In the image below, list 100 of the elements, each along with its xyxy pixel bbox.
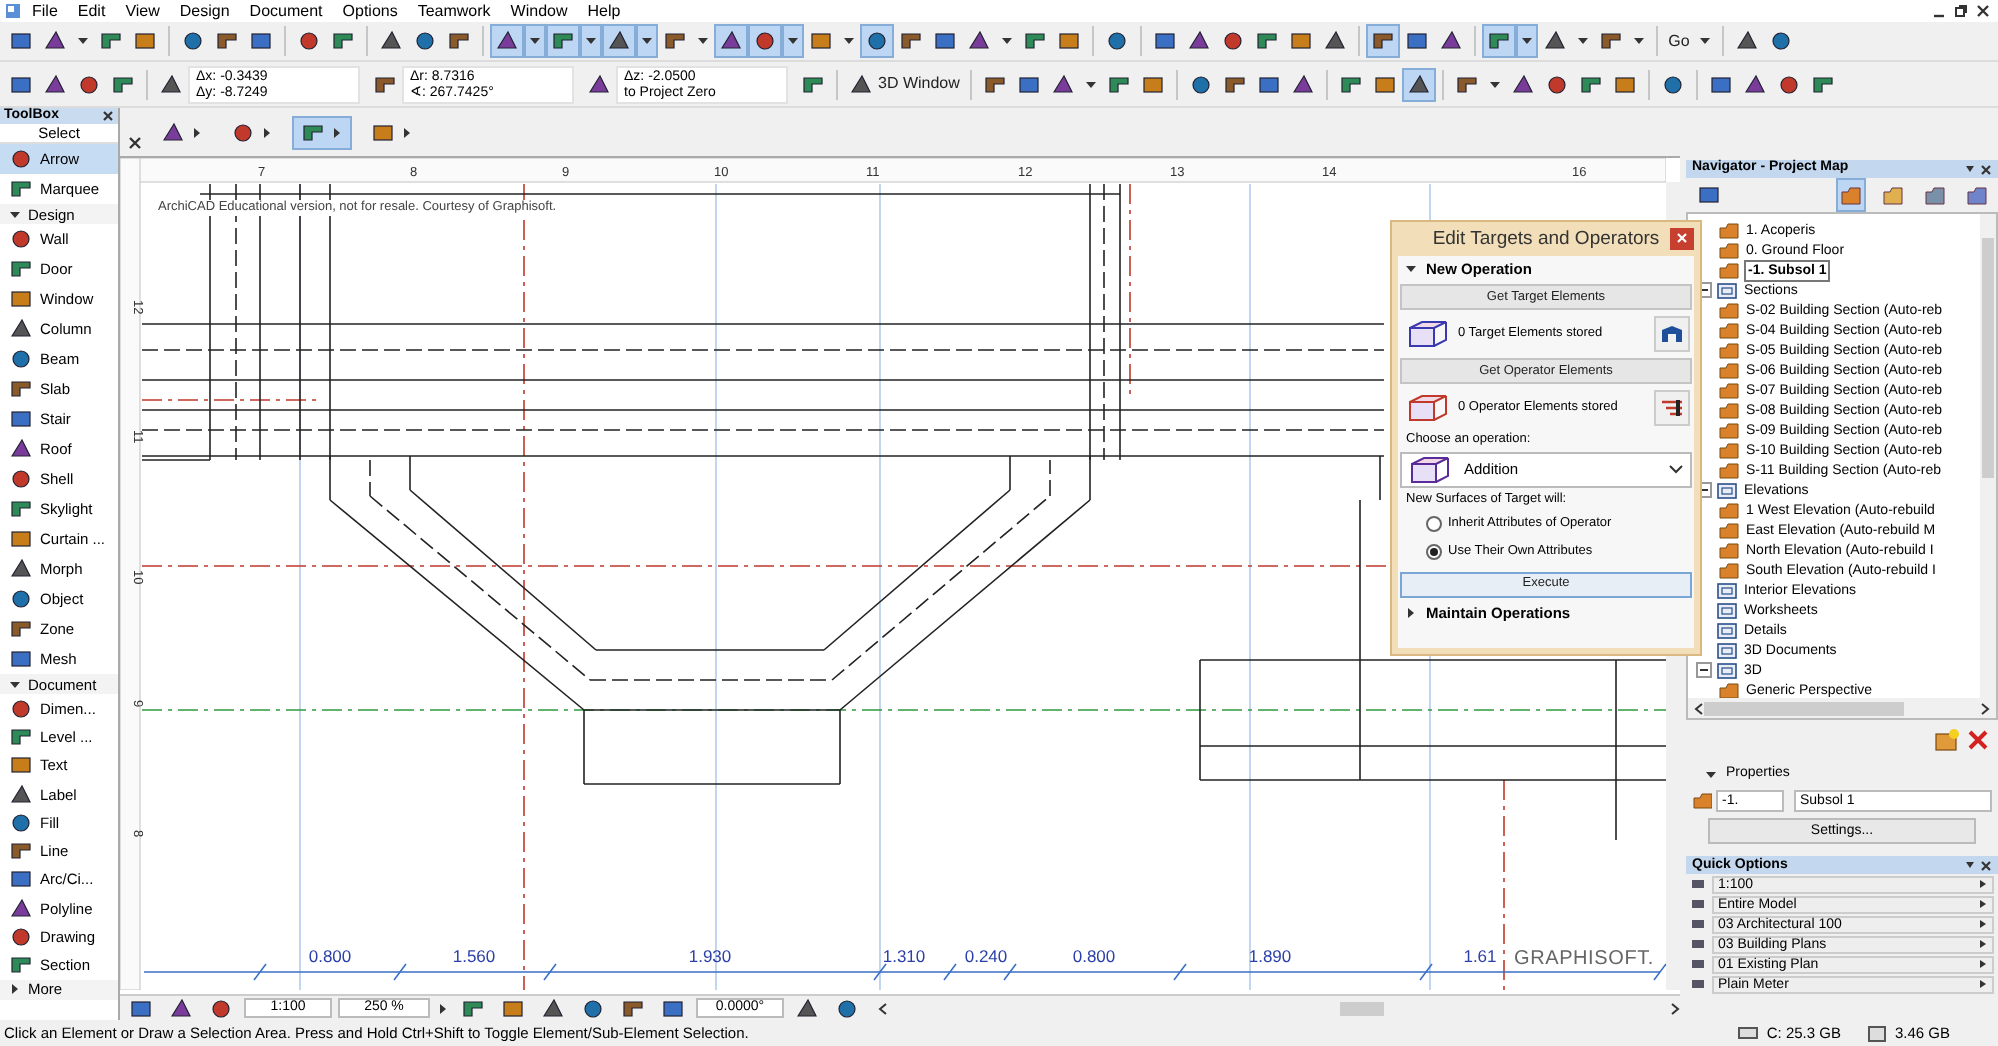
- menu-item[interactable]: Window: [500, 1, 578, 21]
- radio-button[interactable]: [1426, 515, 1442, 532]
- restore-icon[interactable]: [1954, 4, 1968, 18]
- dimension-label: 1.890: [1248, 946, 1292, 966]
- caret-icon: [696, 34, 710, 48]
- dropdown-button[interactable]: [580, 24, 602, 58]
- dialog-title: Edit Targets and Operators: [1432, 227, 1660, 251]
- toolbar-button[interactable]: [748, 24, 782, 58]
- tool-icon: [8, 866, 34, 893]
- radio-button[interactable]: [1426, 543, 1442, 560]
- tool-icon: [1015, 71, 1042, 97]
- folder-icon: [1840, 185, 1862, 205]
- dimension-label: 1.560: [452, 946, 496, 966]
- tool-icon: [1775, 71, 1802, 97]
- caret-icon: [260, 126, 274, 140]
- toolbar-button[interactable]: [546, 24, 580, 58]
- close-icon[interactable]: [1976, 4, 1990, 18]
- tool-icon: [128, 995, 154, 1021]
- caret-icon: [8, 677, 22, 691]
- scroll-right-icon[interactable]: [1670, 1001, 1680, 1015]
- vertical-scrollbar[interactable]: [1980, 214, 1996, 698]
- folder-icon: [1718, 361, 1740, 379]
- tool-icon: [1405, 71, 1432, 97]
- menu-item[interactable]: File: [22, 1, 68, 21]
- delete-icon[interactable]: [1966, 728, 1990, 752]
- tool-icon: [180, 28, 206, 54]
- toolbar-button[interactable]: [1401, 67, 1436, 101]
- dropdown-button[interactable]: [782, 24, 804, 58]
- tool-icon: [864, 28, 890, 54]
- new-folder-icon[interactable]: [1934, 728, 1960, 752]
- scrollbar-thumb[interactable]: [1704, 701, 1904, 715]
- tool-icon: [1254, 28, 1280, 54]
- close-icon[interactable]: [102, 110, 114, 122]
- toolbar-button[interactable]: Go: [1664, 24, 1694, 58]
- tool-icon: [1186, 28, 1212, 54]
- close-button[interactable]: [1670, 228, 1694, 250]
- tool-icon: [848, 71, 874, 97]
- scrollbar-thumb[interactable]: [1340, 1001, 1385, 1015]
- toolbar-button[interactable]: [1482, 24, 1516, 58]
- tool-icon: [1022, 28, 1048, 54]
- scroll-right-icon[interactable]: [1980, 701, 1990, 715]
- tool-icon: [8, 752, 34, 779]
- tool-icon: [330, 28, 356, 54]
- tool-icon: [8, 286, 34, 312]
- toolbar-button[interactable]: [1366, 24, 1400, 58]
- tool-icon: [8, 436, 34, 462]
- tool-icon: [230, 120, 256, 146]
- panel-controls-icon[interactable]: [1964, 859, 1992, 872]
- target-icon: [1660, 324, 1684, 344]
- menu-item[interactable]: Document: [239, 1, 333, 21]
- tool-icon: [110, 71, 136, 97]
- dropdown-button[interactable]: [524, 24, 546, 58]
- caret-icon: [786, 34, 800, 48]
- tool-icon: [8, 316, 34, 342]
- tool-icon: [300, 120, 326, 146]
- dropdown-button[interactable]: [636, 24, 658, 58]
- scroll-left-icon[interactable]: [1694, 701, 1704, 715]
- scrollbar-thumb[interactable]: [1982, 238, 1994, 478]
- toolbar-button[interactable]: 3D Window: [844, 67, 964, 101]
- toolbar-button[interactable]: [602, 24, 636, 58]
- toolbar-button[interactable]: [292, 116, 352, 150]
- close-icon[interactable]: [128, 136, 142, 150]
- dropdown-button[interactable]: [1516, 24, 1538, 58]
- chevron-down-icon: [1668, 463, 1684, 476]
- tool-icon: [8, 586, 34, 612]
- dimension-label: 1.310: [882, 946, 926, 966]
- toolbar-button[interactable]: [860, 24, 894, 58]
- element-stack-icon: [1406, 392, 1450, 424]
- highlight-button[interactable]: [1654, 316, 1690, 352]
- caret-icon: [8, 982, 22, 997]
- menu-item[interactable]: Edit: [67, 1, 116, 21]
- caret-icon: [436, 1001, 450, 1015]
- collapse-icon[interactable]: [1696, 662, 1712, 678]
- tool-icon: [1187, 71, 1214, 97]
- toolbar-button[interactable]: [490, 24, 524, 58]
- caret-icon: [1404, 605, 1418, 620]
- menu-item[interactable]: View: [115, 1, 170, 21]
- dimension-label: 1.930: [688, 946, 732, 966]
- menu-item[interactable]: Help: [577, 1, 631, 21]
- folder-icon: [1718, 261, 1740, 279]
- dimension-label: 0.800: [308, 946, 352, 966]
- folder-icon: [1718, 421, 1740, 439]
- menu-item[interactable]: Options: [332, 1, 408, 21]
- tool-icon: [8, 226, 34, 252]
- caret-icon: [330, 126, 344, 140]
- tool-icon: [1707, 71, 1734, 97]
- dimension-label: 0.240: [964, 946, 1008, 966]
- scroll-left-icon[interactable]: [878, 1001, 888, 1015]
- tool-icon: [8, 466, 34, 492]
- tool-icon: [1337, 71, 1364, 97]
- tool-icon: [1049, 71, 1076, 97]
- highlight-button[interactable]: [1654, 390, 1690, 426]
- tool-icon: [1542, 28, 1568, 54]
- menu-item[interactable]: Design: [169, 1, 240, 21]
- menu-item[interactable]: Teamwork: [407, 1, 501, 21]
- toolbar-button[interactable]: [714, 24, 748, 58]
- tool-icon: [1453, 71, 1480, 97]
- panel-controls-icon[interactable]: [1964, 163, 1992, 175]
- caret-icon: [1704, 767, 1718, 782]
- tool-icon: [8, 526, 34, 552]
